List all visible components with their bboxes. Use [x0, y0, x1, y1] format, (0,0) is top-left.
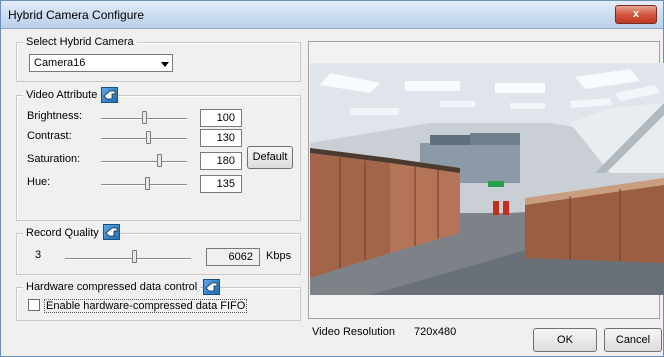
attr-slider-thumb-3[interactable]	[144, 177, 150, 190]
video-attribute-group-label: Video Attribute	[23, 89, 101, 102]
hardware-label: Hardware compressed data control	[26, 281, 198, 293]
record-quality-hand-icon[interactable]	[103, 224, 120, 240]
dialog-window: Hybrid Camera Configure x Select Hybrid …	[0, 0, 664, 357]
attr-slider-thumb-1[interactable]	[146, 131, 152, 144]
record-quality-track[interactable]	[65, 258, 191, 260]
camera-select[interactable]: Camera16	[29, 54, 173, 72]
default-button-label: Default	[252, 151, 288, 163]
select-camera-group-label: Select Hybrid Camera	[23, 36, 137, 49]
video-resolution-label: Video Resolution	[312, 326, 395, 338]
ok-button[interactable]: OK	[533, 328, 597, 352]
attr-label-3: Hue:	[27, 176, 51, 188]
attr-value-0[interactable]: 100	[200, 109, 242, 127]
attr-label-1: Contrast:	[27, 130, 72, 142]
video-attribute-label: Video Attribute	[26, 89, 98, 101]
title-bar[interactable]: Hybrid Camera Configure x	[1, 1, 663, 29]
record-quality-group-label: Record Quality	[23, 227, 102, 240]
video-attribute-hand-icon[interactable]	[101, 87, 118, 103]
default-button[interactable]: Default	[247, 146, 293, 169]
camera-select-value: Camera16	[34, 57, 86, 69]
window-title: Hybrid Camera Configure	[8, 8, 145, 22]
attr-value-2[interactable]: 180	[200, 152, 242, 170]
attr-slider-track-1[interactable]	[101, 138, 187, 140]
camera-video-feed	[310, 63, 664, 295]
record-quality-unit: Kbps	[266, 250, 292, 262]
attr-value-1[interactable]: 130	[200, 129, 242, 147]
video-resolution-value: 720x480	[414, 326, 457, 338]
chevron-down-icon[interactable]	[161, 62, 169, 67]
close-icon: x	[632, 8, 640, 20]
attr-value-3[interactable]: 135	[200, 175, 242, 193]
ok-button-label: OK	[557, 334, 573, 346]
record-quality-min: 3	[35, 249, 42, 261]
attr-slider-thumb-2[interactable]	[157, 154, 163, 167]
enable-fifo-checkbox[interactable]	[28, 299, 40, 311]
close-button[interactable]: x	[615, 5, 657, 24]
enable-fifo-label[interactable]: Enable hardware-compressed data FIFO	[44, 299, 248, 313]
hardware-group-label: Hardware compressed data control	[23, 281, 201, 294]
record-quality-label: Record Quality	[26, 227, 99, 239]
cancel-button[interactable]: Cancel	[604, 328, 662, 352]
cancel-button-label: Cancel	[615, 334, 651, 346]
hardware-hand-icon[interactable]	[203, 279, 220, 295]
attr-slider-track-2[interactable]	[101, 161, 187, 163]
record-quality-value: 6062	[206, 248, 260, 266]
record-quality-slider-thumb[interactable]	[132, 250, 138, 263]
attr-label-0: Brightness:	[27, 110, 83, 122]
attr-label-2: Saturation:	[27, 153, 81, 165]
attr-slider-thumb-0[interactable]	[142, 111, 147, 124]
